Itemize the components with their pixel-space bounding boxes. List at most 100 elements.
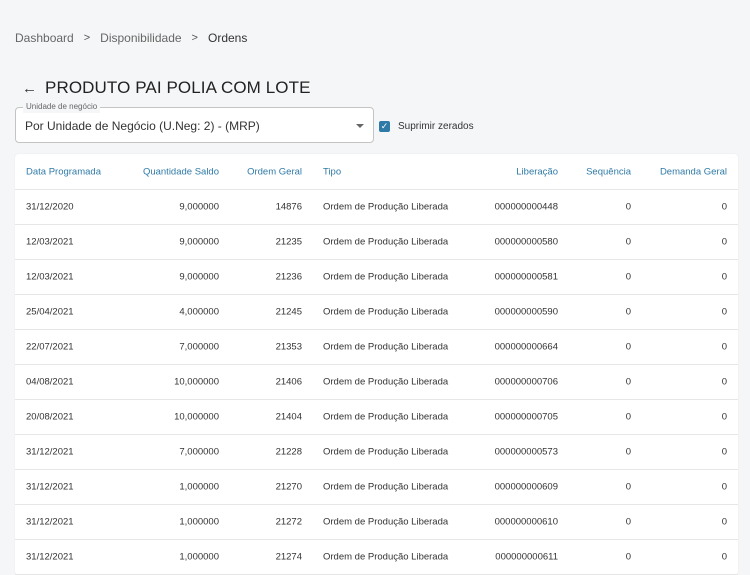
cell-data-programada: 22/07/2021 (26, 341, 74, 353)
back-arrow-icon[interactable]: ← (22, 80, 37, 97)
breadcrumb-dashboard[interactable]: Dashboard (15, 31, 74, 45)
cell-liberacao: 000000000573 (494, 446, 558, 458)
suppress-zero-checkbox[interactable]: ✓ Suprimir zerados (379, 121, 474, 132)
table-header-row: Data Programada Quantidade Saldo Ordem G… (15, 154, 738, 190)
cell-tipo: Ordem de Produção Liberada (323, 481, 449, 493)
cell-demanda-geral: 0 (721, 516, 727, 528)
cell-ordem-geral: 21245 (275, 306, 302, 318)
breadcrumb: Dashboard > Disponibilidade > Ordens (15, 31, 247, 45)
cell-data-programada: 12/03/2021 (26, 271, 74, 283)
chevron-right-icon: > (83, 32, 91, 44)
cell-demanda-geral: 0 (721, 376, 727, 388)
cell-sequencia: 0 (625, 516, 631, 528)
cell-sequencia: 0 (625, 376, 631, 388)
suppress-zero-label: Suprimir zerados (398, 121, 474, 132)
header-sequencia[interactable]: Sequência (586, 166, 631, 177)
cell-data-programada: 20/08/2021 (26, 411, 74, 423)
unit-select-label: Unidade de negócio (23, 101, 101, 113)
table-row[interactable]: 31/12/2020 9,000000 14876 Ordem de Produção… (15, 190, 738, 225)
cell-data-programada: 25/04/2021 (26, 306, 74, 318)
cell-sequencia: 0 (625, 341, 631, 353)
cell-tipo: Ordem de Produção Liberada (323, 271, 449, 283)
cell-ordem-geral: 21236 (275, 271, 302, 283)
cell-data-programada: 12/03/2021 (26, 236, 74, 248)
table-row[interactable]: 20/08/2021 10,000000 21404 Ordem de Produçã… (15, 400, 738, 435)
orders-table: Data Programada Quantidade Saldo Ordem G… (15, 154, 738, 575)
cell-quantidade-saldo: 4,000000 (179, 306, 219, 318)
cell-liberacao: 000000000705 (494, 411, 558, 423)
cell-liberacao: 000000000590 (494, 306, 558, 318)
cell-tipo: Ordem de Produção Liberada (323, 551, 449, 563)
cell-sequencia: 0 (625, 481, 631, 493)
cell-ordem-geral: 21404 (275, 411, 302, 423)
cell-demanda-geral: 0 (721, 236, 727, 248)
cell-liberacao: 000000000609 (494, 481, 558, 493)
page-title: PRODUTO PAI POLIA COM LOTE (45, 78, 311, 97)
header-data-programada[interactable]: Data Programada (26, 166, 101, 177)
cell-tipo: Ordem de Produção Liberada (323, 236, 449, 248)
cell-demanda-geral: 0 (721, 201, 727, 213)
table-row[interactable]: 31/12/2021 7,000000 21228 Ordem de Produção… (15, 435, 738, 470)
table-row[interactable]: 12/03/2021 9,000000 21235 Ordem de Produção… (15, 225, 738, 260)
table-row[interactable]: 04/08/2021 10,000000 21406 Ordem de Produçã… (15, 365, 738, 400)
cell-sequencia: 0 (625, 306, 631, 318)
cell-sequencia: 0 (625, 446, 631, 458)
cell-quantidade-saldo: 10,000000 (174, 411, 219, 423)
cell-quantidade-saldo: 10,000000 (174, 376, 219, 388)
cell-ordem-geral: 14876 (275, 201, 302, 213)
table-row[interactable]: 31/12/2021 1,000000 21274 Ordem de Produção… (15, 540, 738, 575)
cell-sequencia: 0 (625, 201, 631, 213)
cell-ordem-geral: 21228 (275, 446, 302, 458)
unit-select[interactable]: Unidade de negócio Por Unidade de Negóci… (15, 101, 374, 143)
cell-demanda-geral: 0 (721, 551, 727, 563)
cell-data-programada: 31/12/2021 (26, 446, 74, 458)
cell-demanda-geral: 0 (721, 481, 727, 493)
cell-demanda-geral: 0 (721, 271, 727, 283)
header-demanda-geral[interactable]: Demanda Geral (660, 166, 727, 177)
cell-liberacao: 000000000581 (494, 271, 558, 283)
cell-data-programada: 31/12/2021 (26, 481, 74, 493)
cell-tipo: Ordem de Produção Liberada (323, 376, 449, 388)
cell-demanda-geral: 0 (721, 411, 727, 423)
header-tipo[interactable]: Tipo (323, 166, 341, 177)
cell-sequencia: 0 (625, 271, 631, 283)
cell-ordem-geral: 21270 (275, 481, 302, 493)
chevron-right-icon: > (191, 32, 198, 44)
cell-quantidade-saldo: 1,000000 (179, 516, 219, 528)
cell-liberacao: 000000000706 (494, 376, 558, 388)
cell-liberacao: 000000000664 (494, 341, 558, 353)
cell-quantidade-saldo: 1,000000 (179, 551, 219, 563)
header-ordem-geral[interactable]: Ordem Geral (247, 166, 302, 177)
breadcrumb-ordens: Ordens (207, 31, 248, 45)
cell-ordem-geral: 21235 (275, 236, 302, 248)
cell-tipo: Ordem de Produção Liberada (323, 341, 449, 353)
cell-demanda-geral: 0 (721, 446, 727, 458)
cell-ordem-geral: 21272 (275, 516, 302, 528)
cell-quantidade-saldo: 9,000000 (179, 236, 219, 248)
page-header: ← PRODUTO PAI POLIA COM LOTE (22, 78, 311, 98)
cell-sequencia: 0 (625, 551, 631, 563)
cell-data-programada: 31/12/2021 (26, 516, 74, 528)
cell-tipo: Ordem de Produção Liberada (323, 201, 449, 213)
cell-tipo: Ordem de Produção Liberada (323, 411, 449, 423)
cell-quantidade-saldo: 9,000000 (179, 271, 219, 283)
checkbox-checked-icon[interactable]: ✓ (379, 121, 390, 132)
cell-tipo: Ordem de Produção Liberada (323, 516, 449, 528)
cell-liberacao: 000000000610 (494, 516, 558, 528)
cell-tipo: Ordem de Produção Liberada (323, 306, 449, 318)
header-quantidade-saldo[interactable]: Quantidade Saldo (143, 166, 219, 177)
cell-quantidade-saldo: 7,000000 (179, 446, 219, 458)
table-row[interactable]: 31/12/2021 1,000000 21270 Ordem de Produção… (15, 470, 738, 505)
cell-quantidade-saldo: 9,000000 (179, 201, 219, 213)
breadcrumb-disponibilidade[interactable]: Disponibilidade (100, 31, 181, 45)
table-row[interactable]: 31/12/2021 1,000000 21272 Ordem de Produção… (15, 505, 738, 540)
cell-sequencia: 0 (625, 236, 631, 248)
cell-data-programada: 04/08/2021 (26, 376, 74, 388)
header-liberacao[interactable]: Liberação (516, 166, 558, 177)
cell-sequencia: 0 (625, 411, 631, 423)
table-row[interactable]: 22/07/2021 7,000000 21353 Ordem de Produção… (15, 330, 738, 365)
cell-liberacao: 000000000580 (494, 236, 558, 248)
cell-ordem-geral: 21274 (275, 551, 302, 563)
table-row[interactable]: 12/03/2021 9,000000 21236 Ordem de Produção… (15, 260, 738, 295)
table-row[interactable]: 25/04/2021 4,000000 21245 Ordem de Produção… (15, 295, 738, 330)
